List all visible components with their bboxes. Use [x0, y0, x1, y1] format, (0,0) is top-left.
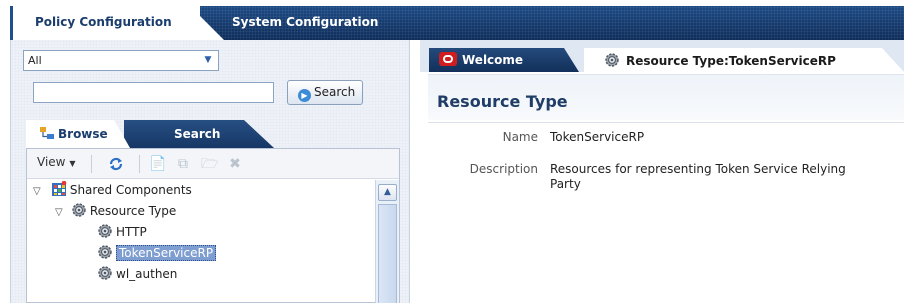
tree-scrollbar[interactable]: ▲ [375, 180, 399, 303]
tab-browse[interactable]: Browse [26, 120, 130, 148]
new-item-icon[interactable]: 📄 [149, 156, 166, 172]
gear-icon [98, 245, 112, 259]
gear-icon [98, 224, 112, 238]
tree-node-label: wl_authen [116, 267, 178, 281]
tab-system-configuration[interactable]: System Configuration [210, 6, 392, 40]
view-menu[interactable]: View ▼ [37, 155, 75, 173]
toolbar-divider [91, 155, 92, 173]
browse-panel: View ▼ 📄 ⧉ 🗁 ✖ ▽ Shared Components ▽ Res… [26, 148, 400, 303]
browse-toolbar: View ▼ 📄 ⧉ 🗁 ✖ [27, 149, 399, 179]
tree-node-label: HTTP [116, 225, 147, 239]
description-label: Description [469, 162, 538, 176]
chevron-up-icon[interactable]: ▲ [378, 184, 397, 201]
grid-icon [51, 181, 67, 196]
view-menu-label: View [37, 155, 66, 169]
tab-browse-label: Browse [58, 127, 108, 141]
tree-node-tokenservicerp[interactable]: TokenServiceRP [97, 243, 217, 263]
search-input[interactable] [33, 82, 274, 103]
tree-node-label: Resource Type [89, 204, 177, 218]
tab-resource-type-label: Resource Type:TokenServiceRP [626, 54, 836, 68]
top-tab-strip: Policy Configuration System Configuratio… [0, 0, 904, 40]
name-label: Name [502, 130, 538, 144]
hierarchy-icon [40, 127, 54, 139]
tab-policy-configuration[interactable]: Policy Configuration [10, 6, 224, 40]
tab-resource-type-tokenservicerp[interactable]: Resource Type:TokenServiceRP [584, 48, 904, 72]
description-value: Resources for representing Token Service… [550, 162, 846, 191]
search-go-icon: ▶ [298, 89, 311, 102]
oracle-icon [439, 52, 457, 66]
scrollbar-thumb[interactable] [378, 204, 397, 303]
toolbar-divider [139, 155, 140, 173]
tree-node-wl-authen[interactable]: wl_authen [97, 264, 177, 284]
page-title: Resource Type [437, 92, 568, 111]
resource-tree: ▽ Shared Components ▽ Resource Type HTTP… [27, 180, 375, 303]
tree-node-shared-components[interactable]: ▽ Shared Components [33, 180, 192, 200]
tab-welcome-label: Welcome [462, 53, 524, 67]
name-value: TokenServiceRP [550, 130, 645, 144]
expand-toggle-icon[interactable]: ▽ [33, 182, 45, 202]
search-button-label: Search [314, 85, 356, 99]
scope-select[interactable]: All ▼ [23, 50, 219, 71]
tree-node-http[interactable]: HTTP [97, 222, 147, 242]
tree-node-resource-type[interactable]: ▽ Resource Type [55, 201, 176, 221]
gear-icon [98, 266, 112, 280]
duplicate-icon[interactable]: ⧉ [175, 156, 191, 172]
chevron-down-icon[interactable]: ▼ [201, 54, 215, 67]
scope-select-value: All [28, 54, 42, 67]
gear-icon [605, 53, 619, 67]
tab-welcome[interactable]: Welcome [429, 48, 579, 72]
refresh-icon[interactable] [107, 155, 125, 173]
tree-node-label: Shared Components [69, 183, 192, 197]
chevron-down-icon: ▼ [69, 159, 76, 168]
expand-toggle-icon[interactable]: ▽ [55, 203, 67, 223]
gear-icon [72, 203, 86, 217]
content-tab-strip: Welcome Resource Type:TokenServiceRP [420, 40, 904, 72]
open-folder-icon[interactable]: 🗁 [201, 156, 218, 172]
detail-body: Name TokenServiceRP Description Resource… [428, 122, 904, 303]
tree-node-label: TokenServiceRP [116, 245, 217, 261]
search-button[interactable]: ▶ Search [287, 80, 363, 105]
delete-icon[interactable]: ✖ [227, 156, 243, 172]
detail-header: Resource Type [420, 72, 904, 122]
